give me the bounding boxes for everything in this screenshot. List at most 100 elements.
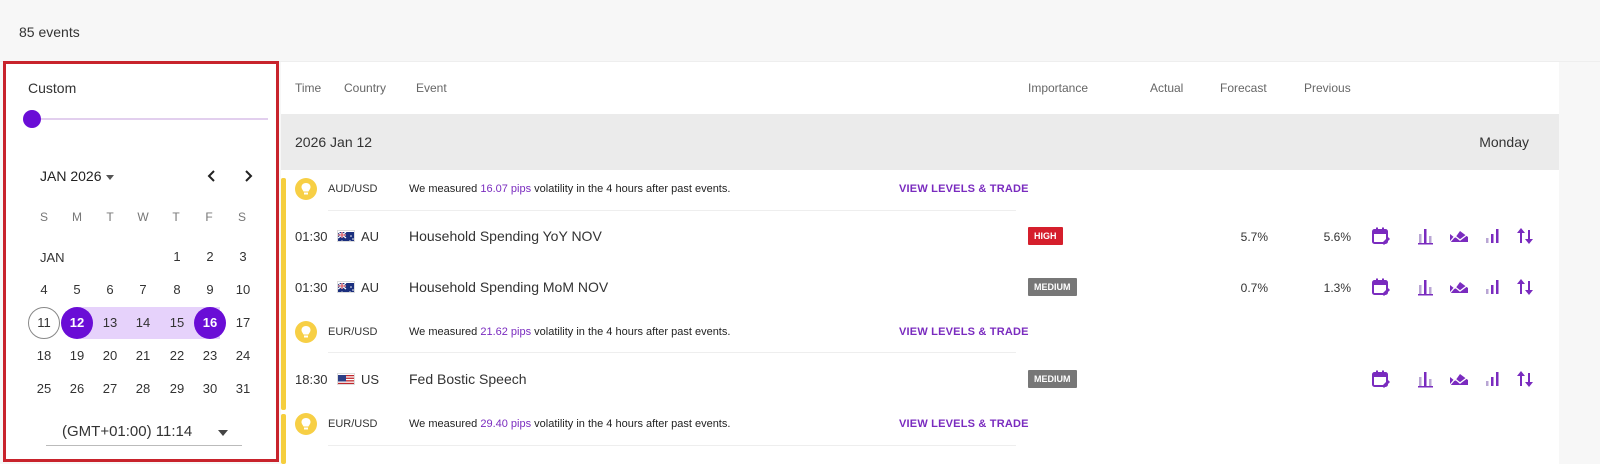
signal-chart-icon[interactable] [1483, 226, 1503, 246]
event-country: US [361, 372, 380, 387]
calendar-day[interactable]: 5 [61, 274, 93, 306]
view-levels-trade-link[interactable]: VIEW LEVELS & TRADE [899, 326, 1029, 338]
calendar-day[interactable]: 26 [61, 373, 93, 405]
calendar-day[interactable]: 28 [127, 373, 159, 405]
caret-down-icon [106, 174, 115, 180]
volatility-suffix: volatility in the 4 hours after past eve… [531, 326, 731, 338]
calendar-day[interactable]: 30 [194, 373, 226, 405]
calendar-day[interactable]: 6 [94, 274, 126, 306]
event-name[interactable]: Household Spending YoY NOV [409, 228, 602, 244]
weekday-label: T [106, 210, 114, 224]
weekday-label: S [39, 210, 48, 224]
next-month-button[interactable] [240, 168, 256, 184]
sort-arrows-icon[interactable] [1515, 277, 1535, 297]
row-divider [328, 352, 1016, 353]
timezone-select[interactable]: (GMT+01:00) 11:14 [46, 418, 242, 446]
view-levels-trade-link[interactable]: VIEW LEVELS & TRADE [899, 183, 1029, 195]
calendar-day[interactable]: 18 [28, 340, 60, 372]
calendar-day-in-range[interactable]: 14 [127, 307, 159, 339]
range-slider-track[interactable] [31, 118, 268, 120]
weekday-label: S [237, 210, 246, 224]
calendar-day-range-start[interactable]: 12 [61, 307, 93, 339]
calendar-day[interactable]: 31 [227, 373, 259, 405]
volatility-suffix: volatility in the 4 hours after past eve… [531, 183, 731, 195]
weekday-label: T [172, 210, 180, 224]
au-flag-icon [337, 230, 355, 242]
timezone-value: (GMT+01:00) 11:14 [62, 423, 193, 440]
calendar-edit-icon[interactable] [1371, 369, 1391, 389]
volatility-prefix: We measured [409, 418, 481, 430]
calendar-day-range-end[interactable]: 16 [194, 307, 226, 339]
weekday-label: M [72, 210, 82, 224]
signal-chart-icon[interactable] [1483, 369, 1503, 389]
calendar-day[interactable]: 4 [28, 274, 60, 306]
range-label: Custom [28, 80, 77, 96]
row-divider [328, 210, 1016, 211]
calendar-day[interactable]: 24 [227, 340, 259, 372]
range-slider-thumb[interactable] [23, 110, 41, 128]
calendar-edit-icon[interactable] [1371, 277, 1391, 297]
calendar-day[interactable]: 29 [161, 373, 193, 405]
calendar-day[interactable]: 8 [161, 274, 193, 306]
lightbulb-icon [295, 178, 317, 200]
bar-chart-icon[interactable] [1416, 277, 1436, 297]
calendar-day-today[interactable]: 11 [28, 307, 60, 339]
prev-month-button[interactable] [204, 168, 220, 184]
event-name[interactable]: Fed Bostic Speech [409, 371, 527, 387]
column-header-event[interactable]: Event [416, 81, 447, 95]
calendar-day[interactable]: 7 [127, 274, 159, 306]
importance-badge-high: HIGH [1028, 227, 1063, 245]
au-flag-icon [337, 281, 355, 293]
sort-arrows-icon[interactable] [1515, 369, 1535, 389]
weekday-label: W [137, 210, 149, 224]
signal-chart-icon[interactable] [1483, 277, 1503, 297]
calendar-edit-icon[interactable] [1371, 226, 1391, 246]
calendar-day-in-range[interactable]: 13 [94, 307, 126, 339]
area-chart-icon[interactable] [1449, 369, 1469, 389]
calendar-day[interactable]: 21 [127, 340, 159, 372]
calendar-day[interactable]: 3 [227, 241, 259, 273]
event-time: 01:30 [295, 280, 328, 295]
volatility-pips: 21.62 pips [480, 326, 532, 338]
calendar-day[interactable]: 20 [94, 340, 126, 372]
event-time: 01:30 [295, 229, 328, 244]
calendar-day[interactable]: 9 [194, 274, 226, 306]
bar-chart-icon[interactable] [1416, 369, 1436, 389]
lightbulb-icon [295, 413, 317, 435]
event-name[interactable]: Household Spending MoM NOV [409, 279, 608, 295]
sort-arrows-icon[interactable] [1515, 226, 1535, 246]
calendar-day[interactable]: 1 [161, 241, 193, 273]
weekday-header: S M T W T F S [28, 210, 260, 226]
column-header-actual[interactable]: Actual [1150, 81, 1183, 95]
calendar-day[interactable]: 2 [194, 241, 226, 273]
calendar-day-in-range[interactable]: 15 [161, 307, 193, 339]
us-flag-icon [337, 373, 355, 385]
importance-badge-medium: MEDIUM [1028, 278, 1077, 296]
area-chart-icon[interactable] [1449, 226, 1469, 246]
view-levels-trade-link[interactable]: VIEW LEVELS & TRADE [899, 418, 1029, 430]
caret-down-icon [218, 430, 228, 436]
previous-value: 5.6% [1323, 230, 1351, 244]
column-header-country[interactable]: Country [344, 81, 386, 95]
lightbulb-icon [295, 321, 317, 343]
calendar-day[interactable]: 22 [161, 340, 193, 372]
group-weekday: Monday [1479, 134, 1529, 150]
column-header-time[interactable]: Time [295, 81, 321, 95]
calendar-day[interactable]: 27 [94, 373, 126, 405]
column-header-previous[interactable]: Previous [1304, 81, 1351, 95]
calendar-day[interactable]: 25 [28, 373, 60, 405]
calendar-day[interactable]: 19 [61, 340, 93, 372]
column-header-importance[interactable]: Importance [1028, 81, 1088, 95]
top-bar: 85 events [0, 0, 1600, 62]
currency-pair: EUR/USD [328, 418, 378, 430]
column-header-forecast[interactable]: Forecast [1220, 81, 1267, 95]
calendar-day[interactable]: 23 [194, 340, 226, 372]
bar-chart-icon[interactable] [1416, 226, 1436, 246]
event-country: AU [361, 280, 380, 295]
month-year-select[interactable]: JAN 2026 [40, 168, 115, 184]
row-divider [328, 445, 1016, 446]
chevron-left-icon [207, 170, 215, 182]
calendar-day[interactable]: 10 [227, 274, 259, 306]
area-chart-icon[interactable] [1449, 277, 1469, 297]
calendar-day[interactable]: 17 [227, 307, 259, 339]
